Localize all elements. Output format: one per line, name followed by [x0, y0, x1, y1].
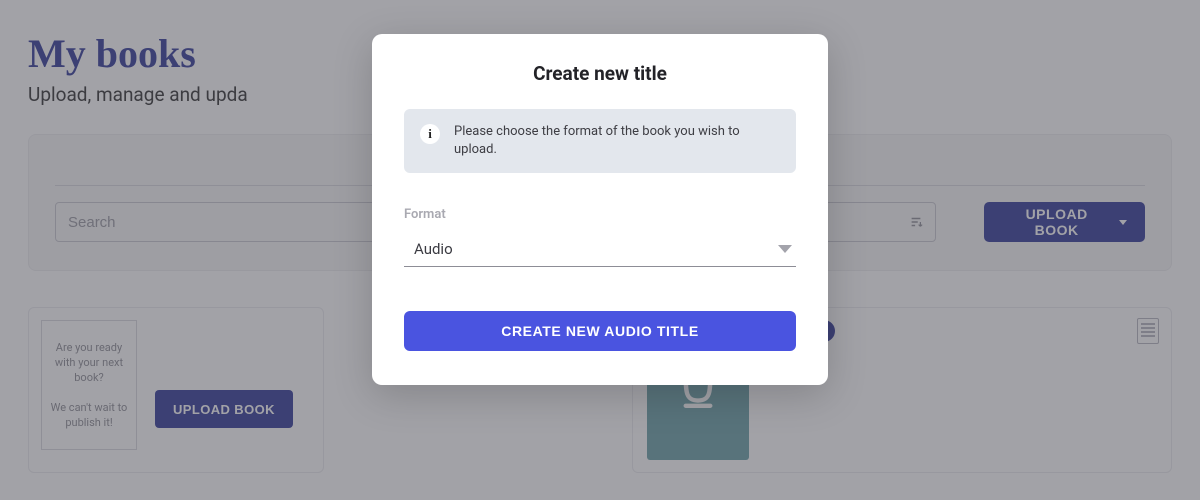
modal-overlay[interactable]: Create new title i Please choose the for…: [0, 0, 1200, 500]
info-text: Please choose the format of the book you…: [454, 123, 780, 159]
info-box: i Please choose the format of the book y…: [404, 109, 796, 173]
format-label: Format: [404, 207, 796, 222]
format-value: Audio: [414, 240, 453, 258]
format-select[interactable]: Audio: [404, 232, 796, 267]
modal-title: Create new title: [404, 62, 796, 85]
info-icon: i: [420, 124, 440, 144]
create-title-button[interactable]: CREATE NEW AUDIO TITLE: [404, 311, 796, 351]
chevron-down-icon: [778, 245, 792, 253]
create-title-modal: Create new title i Please choose the for…: [372, 34, 828, 385]
